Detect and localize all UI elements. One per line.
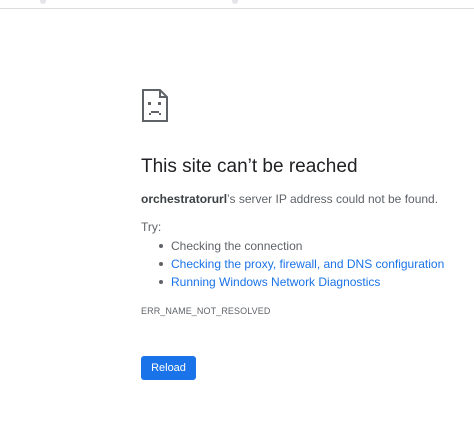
page-title: This site can’t be reached bbox=[141, 156, 358, 177]
toolbar-tab-edge bbox=[232, 0, 238, 4]
host-name: orchestratorurl bbox=[141, 192, 228, 206]
suggestion-list: Checking the connection Checking the pro… bbox=[141, 237, 461, 291]
bullet-icon bbox=[159, 280, 163, 284]
reload-button[interactable]: Reload bbox=[141, 356, 196, 380]
error-content: This site can’t be reached orchestratoru… bbox=[141, 89, 461, 317]
sad-page-icon bbox=[142, 89, 168, 122]
toolbar-tab-edge bbox=[40, 0, 46, 4]
suggestion-item: Checking the proxy, firewall, and DNS co… bbox=[157, 255, 461, 273]
browser-toolbar-edge bbox=[0, 0, 474, 9]
suggestion-item: Checking the connection bbox=[157, 237, 461, 255]
error-description-text: ’s server IP address could not be found. bbox=[227, 192, 439, 206]
error-description: orchestratorurl’s server IP address coul… bbox=[141, 191, 461, 207]
suggestion-item: Running Windows Network Diagnostics bbox=[157, 273, 461, 291]
error-code: ERR_NAME_NOT_RESOLVED bbox=[141, 306, 271, 316]
try-label: Try: bbox=[141, 220, 162, 234]
suggestion-proxy-firewall-dns-link[interactable]: Checking the proxy, firewall, and DNS co… bbox=[171, 257, 444, 271]
suggestion-network-diagnostics-link[interactable]: Running Windows Network Diagnostics bbox=[171, 275, 380, 289]
bullet-icon bbox=[159, 244, 163, 248]
suggestion-check-connection: Checking the connection bbox=[171, 239, 303, 253]
bullet-icon bbox=[159, 262, 163, 266]
